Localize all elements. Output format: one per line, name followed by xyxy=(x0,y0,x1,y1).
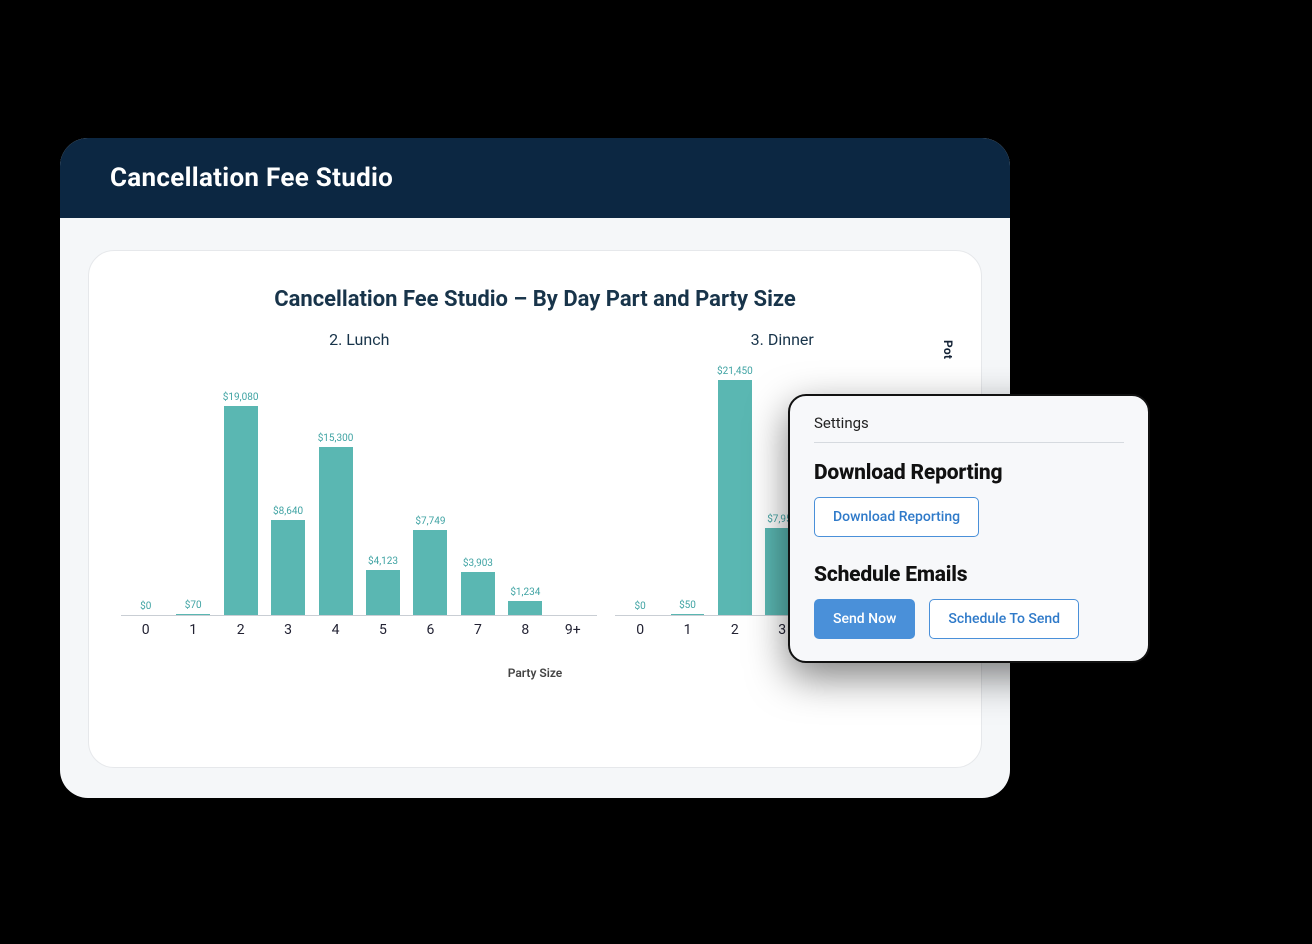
bar-value-label: $50 xyxy=(679,600,696,611)
bar xyxy=(508,601,542,615)
bar-col-lunch-6: $7,749 xyxy=(410,516,451,615)
x-tick: 3 xyxy=(267,622,308,638)
x-tick: 2 xyxy=(220,622,261,638)
x-tick: 0 xyxy=(619,622,660,638)
bar xyxy=(271,520,305,615)
x-tick: 2 xyxy=(714,622,755,638)
chart-title: Cancellation Fee Studio – By Day Part an… xyxy=(121,287,949,312)
x-tick: 1 xyxy=(667,622,708,638)
bar-col-lunch-5: $4,123 xyxy=(362,556,403,615)
bar-value-label: $0 xyxy=(140,601,151,612)
bar xyxy=(461,572,495,615)
bar-col-lunch-9+ xyxy=(552,612,593,615)
panel-dinner-title: 3. Dinner xyxy=(615,330,949,349)
bar-value-label: $3,903 xyxy=(463,558,493,569)
download-reporting-button[interactable]: Download Reporting xyxy=(814,497,979,537)
bar-col-dinner-1: $50 xyxy=(667,600,708,615)
panel-lunch: 2. Lunch $0 $70 $19,080 $8,640 $15,300 $4,123… xyxy=(121,330,597,638)
bar-value-label: $1,234 xyxy=(510,587,540,598)
bar-value-label: $0 xyxy=(635,601,646,612)
bar xyxy=(671,614,705,615)
bar-col-lunch-2: $19,080 xyxy=(220,392,261,615)
bar-col-lunch-3: $8,640 xyxy=(267,506,308,615)
bar xyxy=(718,380,752,615)
x-tick: 6 xyxy=(410,622,451,638)
window-title: Cancellation Fee Studio xyxy=(110,163,393,193)
bar-col-dinner-2: $21,450 xyxy=(714,366,755,615)
download-heading: Download Reporting xyxy=(814,461,1124,485)
x-tick: 8 xyxy=(505,622,546,638)
bar-value-label: $19,080 xyxy=(223,392,259,403)
ticks-lunch: 012345678 9+ xyxy=(121,616,597,638)
bar xyxy=(319,447,353,615)
x-tick: 4 xyxy=(315,622,356,638)
chart-xlabel: Party Size xyxy=(121,666,949,680)
bar-value-label: $15,300 xyxy=(318,433,354,444)
x-tick: 5 xyxy=(362,622,403,638)
bar-col-lunch-4: $15,300 xyxy=(315,433,356,615)
bar-value-label: $8,640 xyxy=(273,506,303,517)
bar-value-label: $70 xyxy=(185,600,202,611)
panel-lunch-title: 2. Lunch xyxy=(121,330,597,349)
legend-side-label: Pot xyxy=(941,340,955,359)
bar-value-label: $21,450 xyxy=(717,366,753,377)
settings-title: Settings xyxy=(814,414,1124,443)
bar-col-lunch-8: $1,234 xyxy=(505,587,546,615)
settings-popover: Settings Download Reporting Download Rep… xyxy=(788,394,1150,663)
schedule-heading: Schedule Emails xyxy=(814,563,1124,587)
x-tick: 7 xyxy=(457,622,498,638)
x-tick: 0 xyxy=(125,622,166,638)
bar xyxy=(366,570,400,615)
bars-lunch: $0 $70 $19,080 $8,640 $15,300 $4,123 $7,749 $3,… xyxy=(121,355,597,616)
window-titlebar: Cancellation Fee Studio xyxy=(60,138,1010,218)
schedule-to-send-button[interactable]: Schedule To Send xyxy=(929,599,1079,639)
bar xyxy=(224,406,258,615)
bar-value-label: $4,123 xyxy=(368,556,398,567)
bar-col-dinner-0: $0 xyxy=(619,601,660,615)
bar-col-lunch-1: $70 xyxy=(172,600,213,615)
bar xyxy=(413,530,447,615)
send-now-button[interactable]: Send Now xyxy=(814,599,915,639)
bar xyxy=(176,614,210,615)
bar-col-lunch-7: $3,903 xyxy=(457,558,498,615)
x-tick: 1 xyxy=(172,622,213,638)
x-tick: 9+ xyxy=(552,622,593,638)
bar-col-lunch-0: $0 xyxy=(125,601,166,615)
bar-value-label: $7,749 xyxy=(415,516,445,527)
